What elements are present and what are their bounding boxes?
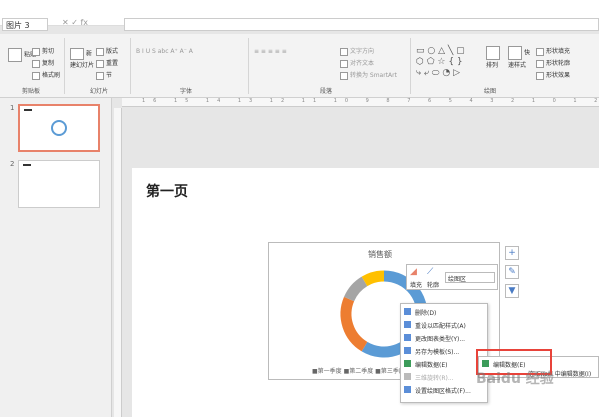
shape-fill-button[interactable]: 形状填充 (536, 46, 570, 56)
save-template-icon (404, 347, 411, 354)
divider (248, 38, 249, 94)
text-direction-label: 文字方向 (350, 48, 375, 55)
formula-symbols[interactable]: ✕ ✓ fx (62, 18, 122, 31)
group-label-font: 字体 (180, 88, 193, 95)
chart-filter-icon[interactable]: ▼ (505, 284, 519, 298)
ribbon: 粘贴 剪切 复制 格式刷 新建幻灯片 版式 重置 节 B I U S abc A… (0, 34, 599, 98)
chart-title[interactable]: 销售额 (368, 249, 392, 260)
align-text-label: 对齐文本 (350, 60, 375, 67)
smartart-button[interactable]: 转换为 SmartArt (340, 70, 397, 80)
donut-slice-3[interactable] (344, 276, 368, 302)
vertical-ruler (114, 108, 122, 417)
align-text-icon (340, 59, 348, 68)
section-icon (96, 71, 104, 80)
quick-styles-icon (508, 46, 522, 60)
outline-label: 轮廓 (427, 282, 440, 289)
effects-icon (536, 71, 544, 80)
slide-2-preview (23, 164, 31, 166)
new-slide-button[interactable]: 新建幻灯片 (70, 48, 94, 69)
group-label-clipboard: 剪贴板 (22, 88, 41, 95)
menu-item-edit-data[interactable]: 编辑数据(E) (415, 360, 447, 369)
cut-button[interactable]: 剪切 (32, 46, 54, 56)
layout-button[interactable]: 版式 (96, 46, 118, 56)
fill-icon (536, 47, 544, 56)
arrange-icon (486, 46, 500, 60)
shapes-gallery[interactable]: ▭ ○ △ ╲ ▢ ⬡ ⬠ ☆ { } ⤷ ⤶ ⬭ ◔ ▷ (416, 46, 465, 79)
menu-item-3d-rotation: 三维旋转(R)... (415, 375, 454, 382)
delete-icon (404, 308, 411, 315)
fill-label: 填充 (410, 282, 423, 289)
fill-icon[interactable]: ◢ (410, 267, 417, 277)
chart-element-dropdown[interactable]: 绘图区 (445, 272, 495, 283)
cut-label: 剪切 (42, 48, 55, 55)
group-label-paragraph: 段落 (320, 88, 333, 95)
smartart-label: 转换为 SmartArt (350, 72, 397, 79)
watermark-logo: Baidu 经验 (476, 371, 554, 387)
format-label: 格式刷 (42, 72, 61, 79)
new-slide-icon (70, 48, 84, 60)
chart-styles-button[interactable]: ✎ (505, 265, 519, 279)
group-label-slides: 幻灯片 (90, 88, 109, 95)
menu-item-save-template[interactable]: 另存为模板(S)... (415, 347, 459, 356)
font-controls[interactable]: B I U S abc A⁺ A⁻ A (136, 48, 193, 55)
text-direction-icon (340, 47, 348, 56)
context-menu: 删除(D) 重设以匹配样式(A) 更改图表类型(Y)... 另存为模板(S)..… (400, 303, 488, 403)
align-text-button[interactable]: 对齐文本 (340, 58, 374, 68)
chart-elements-button[interactable]: + (505, 246, 519, 260)
smartart-icon (340, 71, 348, 80)
copy-icon (32, 59, 40, 68)
page-title[interactable]: 第一页 (146, 181, 188, 201)
copy-button[interactable]: 复制 (32, 58, 54, 68)
arrange-label: 排列 (486, 62, 499, 69)
slide-number: 1 (10, 104, 15, 112)
shape-outline-label: 形状轮廓 (546, 60, 571, 67)
menu-item-change-chart-type[interactable]: 更改图表类型(Y)... (415, 334, 465, 343)
menu-item-format-plot-area[interactable]: 设置绘图区格式(F)... (415, 386, 471, 395)
slide-thumbnail-1[interactable] (18, 104, 100, 152)
donut-slice-2[interactable] (340, 296, 368, 352)
scissors-icon (32, 47, 40, 56)
format-painter-button[interactable]: 格式刷 (32, 70, 60, 80)
reset-style-icon (404, 321, 411, 328)
slide-1-preview (24, 109, 67, 136)
outline-icon[interactable]: ⟋ (427, 267, 433, 277)
rotate-3d-icon (404, 373, 411, 380)
brush-icon (32, 71, 40, 80)
paragraph-controls[interactable]: ≡ ≡ ≡ ≡ ≡ (254, 48, 287, 55)
menu-item-reset-style[interactable]: 重设以匹配样式(A) (415, 321, 466, 330)
arrange-button[interactable]: 排列 (486, 46, 506, 69)
divider (130, 38, 131, 94)
divider (64, 38, 65, 94)
chart-type-icon (404, 334, 411, 341)
name-box[interactable]: 图片 3 (2, 18, 48, 31)
shape-outline-button[interactable]: 形状轮廓 (536, 58, 570, 68)
mini-toolbar: ◢ 填充 ⟋ 轮廓 绘图区 (406, 264, 498, 290)
quick-styles-button[interactable]: 快速样式 (508, 46, 534, 69)
reset-button[interactable]: 重置 (96, 58, 118, 68)
outline-icon (536, 59, 544, 68)
divider (410, 38, 411, 94)
slide-thumbnail-2[interactable] (18, 160, 100, 208)
text-direction-button[interactable]: 文字方向 (340, 46, 374, 56)
layout-icon (96, 47, 104, 56)
reset-label: 重置 (106, 60, 119, 67)
shape-effects-label: 形状效果 (546, 72, 571, 79)
edit-data-icon (404, 360, 411, 367)
section-button[interactable]: 节 (96, 70, 112, 80)
layout-label: 版式 (106, 48, 119, 55)
format-plot-area-icon (404, 386, 411, 393)
clipboard-icon (8, 48, 22, 62)
group-label-drawing: 绘图 (484, 88, 497, 95)
shape-effects-button[interactable]: 形状效果 (536, 70, 570, 80)
menu-item-delete[interactable]: 删除(D) (415, 308, 436, 317)
copy-label: 复制 (42, 60, 55, 67)
horizontal-ruler: 16 15 14 13 12 11 10 9 8 7 6 5 4 3 2 1 0… (122, 98, 599, 107)
formula-input[interactable] (124, 18, 599, 31)
donut-slice-4[interactable] (361, 270, 385, 287)
section-label: 节 (106, 72, 113, 79)
reset-icon (96, 59, 104, 68)
shape-fill-label: 形状填充 (546, 48, 571, 55)
slide-number: 2 (10, 160, 15, 168)
